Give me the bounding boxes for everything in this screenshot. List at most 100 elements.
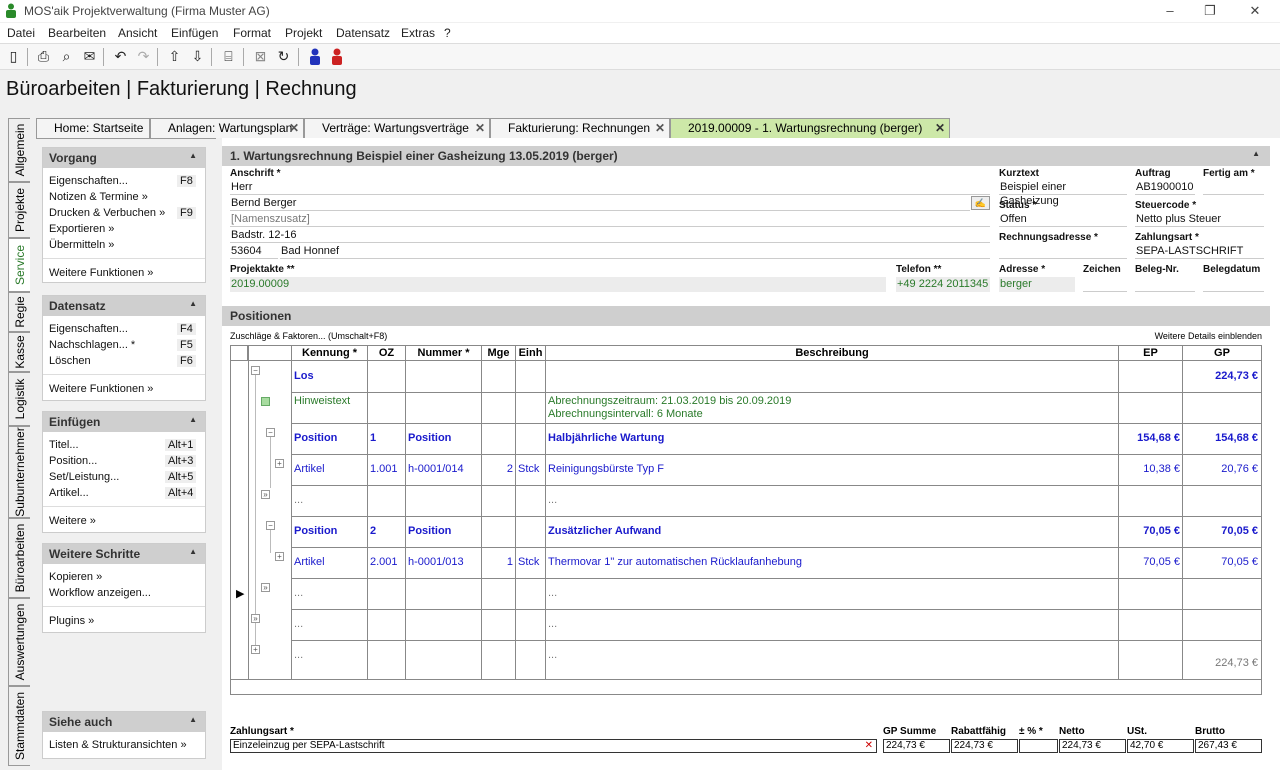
cell-kennung[interactable]: Position xyxy=(294,432,366,444)
menu-workflow[interactable]: Workflow anzeigen... xyxy=(49,587,151,599)
note-icon[interactable] xyxy=(261,397,270,406)
cell-beschreibung[interactable]: ... xyxy=(548,494,1114,506)
vtab-logistik[interactable]: Logistik xyxy=(8,372,30,426)
cell-gp[interactable]: 70,05 € xyxy=(1184,525,1258,537)
tab-rechnung[interactable]: 2019.00009 - 1. Wartungsrechnung (berger… xyxy=(670,118,950,138)
cell-einh[interactable]: Stck xyxy=(518,463,544,475)
tree-toggle-icon[interactable]: + xyxy=(275,552,284,561)
vtab-service[interactable]: Service xyxy=(8,238,30,292)
menu-ds-eigenschaften[interactable]: Eigenschaften... xyxy=(49,323,128,335)
collapse-icon[interactable]: ▲ xyxy=(189,547,197,556)
cell-kennung[interactable]: ... xyxy=(294,494,366,506)
telefon-field[interactable]: +49 2224 2011345 xyxy=(896,277,990,292)
menu-weitere[interactable]: Weitere » xyxy=(49,515,96,527)
tree-toggle-icon[interactable]: » xyxy=(261,583,270,592)
tab-fakturierung[interactable]: Fakturierung: Rechnungen ✕ xyxy=(490,118,670,138)
column-oz[interactable]: OZ xyxy=(368,346,406,361)
vtab-bueroarbeiten[interactable]: Büroarbeiten xyxy=(8,518,30,598)
zeichen-field[interactable] xyxy=(1083,277,1127,292)
cell-gp[interactable]: 20,76 € xyxy=(1184,463,1258,475)
close-window-button[interactable]: ✕ xyxy=(1235,1,1275,21)
menu-set-leistung[interactable]: Set/Leistung... xyxy=(49,471,119,483)
cell-gp[interactable]: 70,05 € xyxy=(1184,556,1258,568)
menu-titel[interactable]: Titel... xyxy=(49,439,79,451)
collapse-icon[interactable]: ▲ xyxy=(1252,149,1260,158)
vtab-allgemein[interactable]: Allgemein xyxy=(8,118,30,182)
section-header[interactable]: Weitere Schritte ▲ xyxy=(43,544,205,564)
table-row[interactable]: − Position 2 Position Zusätzlicher Aufwand 70… xyxy=(231,516,1261,547)
column-mge[interactable]: Mge xyxy=(482,346,516,361)
minimize-button[interactable]: – xyxy=(1150,1,1190,21)
zuschlaege-link[interactable]: Zuschläge & Faktoren... (Umschalt+F8) xyxy=(230,331,387,341)
user-red-icon[interactable] xyxy=(328,47,347,66)
namenszusatz-field[interactable]: [Namenszusatz] xyxy=(230,212,990,227)
strasse-field[interactable]: Badstr. 12-16 xyxy=(230,228,990,243)
section-header[interactable]: Einfügen ▲ xyxy=(43,412,205,432)
cell-kennung[interactable]: Los xyxy=(294,370,366,382)
close-icon[interactable]: ✕ xyxy=(289,119,299,138)
vtab-subunternehmer[interactable]: Subunternehmer xyxy=(8,426,30,518)
plz-field[interactable]: 53604 xyxy=(230,244,278,259)
menu-ansicht[interactable]: Ansicht xyxy=(118,26,157,40)
undo-icon[interactable]: ↶ xyxy=(111,47,130,66)
menu-format[interactable]: Format xyxy=(233,26,271,40)
table-row[interactable]: − Los 224,73 € xyxy=(231,361,1261,392)
menu-position[interactable]: Position... xyxy=(49,455,97,467)
tree-toggle-icon[interactable]: + xyxy=(251,645,260,654)
table-row[interactable]: − Position 1 Position Halbjährliche Wartung 1… xyxy=(231,423,1261,454)
cell-beschreibung[interactable]: Abrechnungszeitraum: 21.03.2019 bis 20.0… xyxy=(548,395,1114,407)
collapse-icon[interactable]: ▲ xyxy=(189,415,197,424)
search-document-icon[interactable]: ⌸ xyxy=(219,47,238,66)
tree-toggle-icon[interactable]: » xyxy=(251,614,260,623)
cell-oz[interactable]: 2 xyxy=(370,525,404,537)
menu-loeschen[interactable]: Löschen xyxy=(49,355,91,367)
delete-icon[interactable]: ⊠ xyxy=(251,47,270,66)
menu-plugins[interactable]: Plugins » xyxy=(49,615,94,627)
tree-toggle-icon[interactable]: − xyxy=(266,521,275,530)
menu-datei[interactable]: Datei xyxy=(7,26,35,40)
cell-nummer[interactable]: Position xyxy=(408,525,480,537)
close-icon[interactable]: ✕ xyxy=(655,119,665,138)
cell-kennung[interactable]: Artikel xyxy=(294,556,366,568)
tab-home[interactable]: Home: Startseite xyxy=(36,118,150,138)
menu-uebermitteln[interactable]: Übermitteln » xyxy=(49,239,114,251)
menu-bearbeiten[interactable]: Bearbeiten xyxy=(48,26,106,40)
signature-icon[interactable]: ✍ xyxy=(971,196,990,210)
menu-help[interactable]: ? xyxy=(444,26,451,40)
cell-oz[interactable]: 1 xyxy=(370,432,404,444)
menu-kopieren[interactable]: Kopieren » xyxy=(49,571,102,583)
cell-nummer[interactable]: h-0001/013 xyxy=(408,556,480,568)
menu-extras[interactable]: Extras xyxy=(401,26,435,40)
close-icon[interactable]: ✕ xyxy=(475,119,485,138)
tab-vertraege[interactable]: Verträge: Wartungsverträge ✕ xyxy=(304,118,490,138)
fertig-am-field[interactable] xyxy=(1203,180,1264,195)
table-row[interactable]: + Artikel 1.001 h-0001/014 2 Stck Reinigungsbü… xyxy=(231,454,1261,485)
print-icon[interactable]: ⎙ xyxy=(34,47,53,66)
vtab-regie[interactable]: Regie xyxy=(8,292,30,332)
collapse-icon[interactable]: ▲ xyxy=(189,151,197,160)
cell-gp[interactable]: 224,73 € xyxy=(1184,657,1258,669)
cell-kennung[interactable]: Position xyxy=(294,525,366,537)
menu-datensatz[interactable]: Datensatz xyxy=(336,26,390,40)
cell-beschreibung[interactable]: Reinigungsbürste Typ F xyxy=(548,463,1114,475)
table-row[interactable]: »...... xyxy=(231,609,1261,640)
prozent-field[interactable] xyxy=(1019,739,1058,753)
belegnr-field[interactable] xyxy=(1135,277,1195,292)
tree-toggle-icon[interactable]: − xyxy=(251,366,260,375)
cell-ep[interactable]: 10,38 € xyxy=(1120,463,1180,475)
column-nummer[interactable]: Nummer * xyxy=(406,346,482,361)
steuercode-field[interactable]: Netto plus Steuer xyxy=(1135,212,1264,227)
preview-icon[interactable]: ⌕ xyxy=(57,47,76,66)
arrow-up-icon[interactable]: ⇧ xyxy=(165,47,184,66)
menu-notizen[interactable]: Notizen & Termine » xyxy=(49,191,148,203)
column-kennung[interactable]: Kennung * xyxy=(292,346,368,361)
vtab-stammdaten[interactable]: Stammdaten xyxy=(8,686,30,766)
refresh-icon[interactable]: ↻ xyxy=(274,47,293,66)
cell-beschreibung[interactable]: ... xyxy=(548,649,1114,661)
cell-kennung[interactable]: ... xyxy=(294,618,366,630)
collapse-icon[interactable]: ▲ xyxy=(189,299,197,308)
section-header[interactable]: Datensatz ▲ xyxy=(43,296,205,316)
zahlungsart-field[interactable]: SEPA-LASTSCHRIFT xyxy=(1135,244,1264,259)
cell-kennung[interactable]: Hinweistext xyxy=(294,395,366,407)
details-link[interactable]: Weitere Details einblenden xyxy=(1155,331,1262,341)
